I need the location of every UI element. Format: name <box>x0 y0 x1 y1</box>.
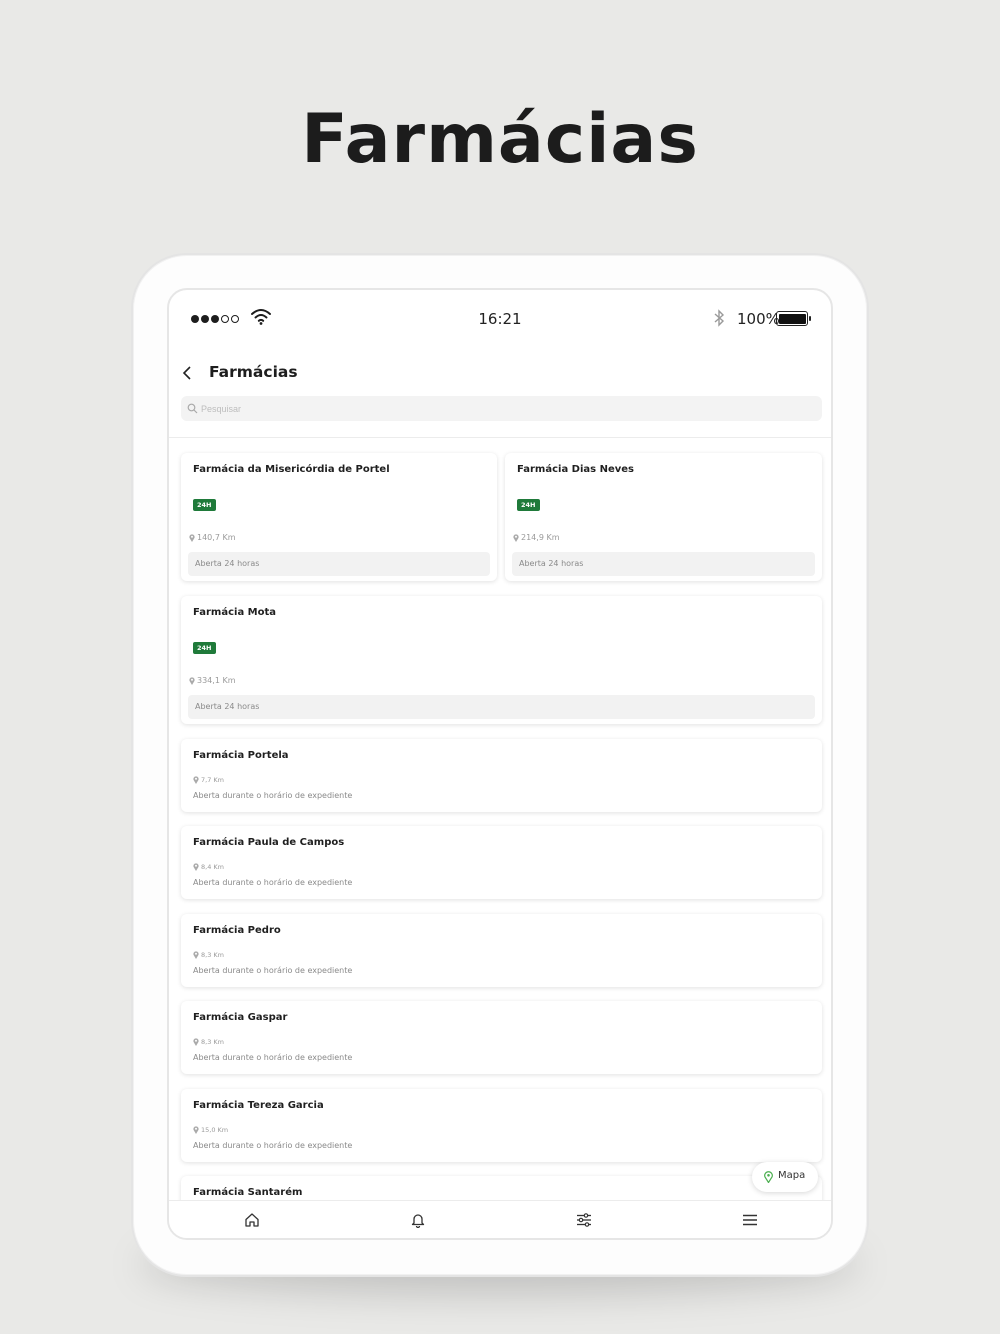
pharmacy-name: Farmácia Portela <box>193 750 289 761</box>
24h-badge: 24H <box>193 642 216 654</box>
bell-icon[interactable] <box>410 1212 426 1228</box>
distance-row: 8,4 Km <box>193 863 224 871</box>
distance-row: 7,7 Km <box>193 776 224 784</box>
pharmacy-card[interactable]: Farmácia Gaspar 8,3 Km Aberta durante o … <box>181 1001 822 1074</box>
pharmacy-card[interactable]: Farmácia Paula de Campos 8,4 Km Aberta d… <box>181 826 822 899</box>
search-bar[interactable] <box>181 396 822 421</box>
pharmacy-card[interactable]: Farmácia da Misericórdia de Portel 24H 1… <box>181 453 497 581</box>
opening-hours: Aberta durante o horário de expediente <box>193 1141 353 1150</box>
app-screen: 16:21 100% Farmácias Farmácia da Miseric… <box>167 288 833 1240</box>
location-pin-icon <box>193 1038 199 1046</box>
location-pin-icon <box>189 676 195 685</box>
pharmacy-list[interactable]: Farmácia da Misericórdia de Portel 24H 1… <box>169 438 831 1200</box>
search-input[interactable] <box>201 399 801 418</box>
battery-percent: 100% <box>737 310 780 328</box>
distance-row: 140,7 Km <box>189 533 235 542</box>
header: Farmácias <box>169 358 831 388</box>
opening-hours: Aberta 24 horas <box>195 702 260 711</box>
24h-badge: 24H <box>193 499 216 511</box>
home-icon[interactable] <box>244 1212 260 1228</box>
location-pin-icon <box>513 533 519 542</box>
pharmacy-name: Farmácia Mota <box>193 607 277 618</box>
location-pin-icon <box>193 863 199 871</box>
opening-hours: Aberta durante o horário de expediente <box>193 966 353 975</box>
pharmacy-card[interactable]: Farmácia Mota 24H 334,1 Km Aberta 24 hor… <box>181 596 822 724</box>
pharmacy-name: Farmácia Tereza Garcia <box>193 1100 324 1111</box>
distance-row: 334,1 Km <box>189 676 235 685</box>
24h-badge: 24H <box>517 499 540 511</box>
distance: 334,1 Km <box>197 676 236 685</box>
pharmacy-name: Farmácia Paula de Campos <box>193 837 345 848</box>
pharmacy-name: Farmácia Santarém <box>193 1187 303 1198</box>
battery-icon <box>776 311 811 326</box>
search-icon <box>187 403 198 414</box>
pharmacy-card[interactable]: Farmácia Tereza Garcia 15,0 Km Aberta du… <box>181 1089 822 1162</box>
opening-hours: Aberta durante o horário de expediente <box>193 1053 353 1062</box>
back-icon[interactable] <box>181 365 195 381</box>
status-bar: 16:21 100% <box>169 290 831 350</box>
pharmacy-card[interactable]: Farmácia Pedro 8,3 Km Aberta durante o h… <box>181 914 822 987</box>
hours-box: Aberta 24 horas <box>188 552 490 576</box>
location-pin-icon <box>189 533 195 542</box>
promo-title: Farmácias <box>301 100 699 179</box>
opening-hours: Aberta 24 horas <box>195 559 260 568</box>
sliders-icon[interactable] <box>576 1212 592 1228</box>
page-title: Farmácias <box>209 363 298 381</box>
opening-hours: Aberta durante o horário de expediente <box>193 878 353 887</box>
distance: 140,7 Km <box>197 533 236 542</box>
pharmacy-card[interactable]: Farmácia Portela 7,7 Km Aberta durante o… <box>181 739 822 812</box>
distance-row: 8,3 Km <box>193 1038 224 1046</box>
distance: 8,4 Km <box>201 863 224 871</box>
hours-box: Aberta 24 horas <box>188 695 815 719</box>
distance: 8,3 Km <box>201 951 224 959</box>
location-pin-icon <box>193 951 199 959</box>
pharmacy-card[interactable]: Farmácia Santarém <box>181 1176 822 1200</box>
pharmacy-name: Farmácia Gaspar <box>193 1012 288 1023</box>
tab-bar <box>169 1200 831 1238</box>
pharmacy-name: Farmácia Dias Neves <box>517 464 634 475</box>
map-button[interactable]: Mapa <box>752 1162 818 1192</box>
distance: 7,7 Km <box>201 776 224 784</box>
pharmacy-card[interactable]: Farmácia Dias Neves 24H 214,9 Km Aberta … <box>505 453 822 581</box>
location-pin-icon <box>193 776 199 784</box>
bluetooth-icon <box>714 309 725 327</box>
distance-row: 8,3 Km <box>193 951 224 959</box>
status-time: 16:21 <box>478 310 522 328</box>
map-button-label: Mapa <box>778 1170 806 1181</box>
map-pin-icon <box>764 1171 773 1183</box>
opening-hours: Aberta durante o horário de expediente <box>193 791 353 800</box>
distance: 15,0 Km <box>201 1126 229 1134</box>
location-pin-icon <box>193 1126 199 1134</box>
distance-row: 214,9 Km <box>513 533 559 542</box>
distance-row: 15,0 Km <box>193 1126 228 1134</box>
menu-icon[interactable] <box>742 1212 758 1228</box>
hours-box: Aberta 24 horas <box>512 552 815 576</box>
distance: 8,3 Km <box>201 1038 224 1046</box>
pharmacy-name: Farmácia Pedro <box>193 925 281 936</box>
pharmacy-name: Farmácia da Misericórdia de Portel <box>193 464 390 475</box>
opening-hours: Aberta 24 horas <box>519 559 584 568</box>
distance: 214,9 Km <box>521 533 560 542</box>
